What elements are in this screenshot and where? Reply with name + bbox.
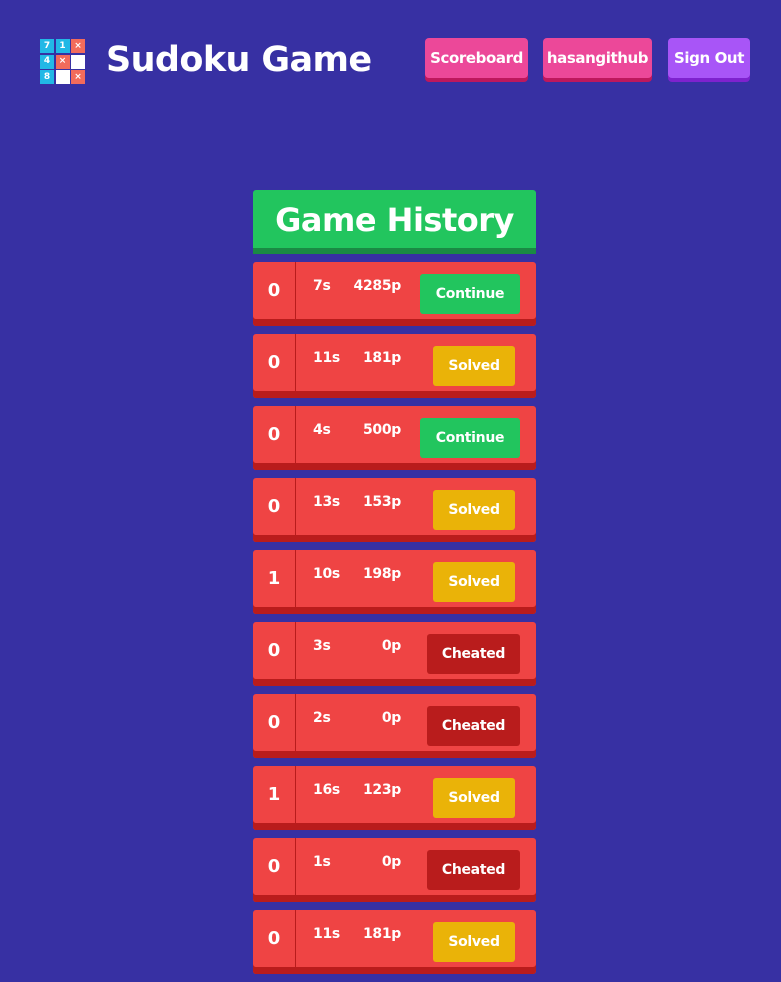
site-title: Sudoku Game bbox=[106, 40, 372, 80]
row-time: 13s bbox=[313, 494, 340, 510]
solved-button[interactable]: Solved bbox=[433, 490, 515, 530]
history-row: 0 11s 181p Solved bbox=[253, 910, 536, 974]
row-score: 153p bbox=[362, 494, 401, 510]
cheated-button[interactable]: Cheated bbox=[427, 634, 520, 674]
continue-button[interactable]: Continue bbox=[420, 418, 520, 458]
row-index: 1 bbox=[253, 766, 296, 830]
row-time: 16s bbox=[313, 782, 340, 798]
solved-button[interactable]: Solved bbox=[433, 778, 515, 818]
row-time: 3s bbox=[313, 638, 331, 654]
row-score: 123p bbox=[362, 782, 401, 798]
logo-cell bbox=[55, 70, 70, 84]
row-index: 0 bbox=[253, 334, 296, 398]
logo-cell: 4 bbox=[40, 54, 54, 69]
row-time: 4s bbox=[313, 422, 331, 438]
row-score: 0p bbox=[381, 638, 401, 654]
game-history-title: Game History bbox=[275, 201, 514, 239]
row-score: 0p bbox=[381, 854, 401, 870]
logo-cell: 1 bbox=[55, 39, 70, 53]
scoreboard-button[interactable]: Scoreboard bbox=[425, 38, 528, 78]
logo-cell: 8 bbox=[40, 70, 54, 84]
history-row: 0 4s 500p Continue bbox=[253, 406, 536, 470]
row-score: 181p bbox=[362, 926, 401, 942]
row-index: 0 bbox=[253, 838, 296, 902]
row-index: 0 bbox=[253, 478, 296, 542]
row-index: 0 bbox=[253, 262, 296, 326]
logo-cell bbox=[71, 54, 85, 69]
logo-cell: × bbox=[71, 39, 85, 53]
row-time: 1s bbox=[313, 854, 331, 870]
row-time: 11s bbox=[313, 350, 340, 366]
row-index: 0 bbox=[253, 406, 296, 470]
history-row: 1 10s 198p Solved bbox=[253, 550, 536, 614]
row-score: 4285p bbox=[353, 278, 402, 294]
game-history-header: Game History bbox=[253, 190, 536, 254]
row-score: 0p bbox=[381, 710, 401, 726]
continue-button[interactable]: Continue bbox=[420, 274, 520, 314]
game-history-panel: Game History 0 7s 4285p Continue 0 11s 181p Sol… bbox=[253, 190, 536, 982]
history-row: 0 1s 0p Cheated bbox=[253, 838, 536, 902]
history-row: 1 16s 123p Solved bbox=[253, 766, 536, 830]
row-time: 2s bbox=[313, 710, 331, 726]
history-row: 0 2s 0p Cheated bbox=[253, 694, 536, 758]
row-time: 10s bbox=[313, 566, 340, 582]
cheated-button[interactable]: Cheated bbox=[427, 706, 520, 746]
row-score: 500p bbox=[362, 422, 401, 438]
logo-cell: 7 bbox=[40, 39, 54, 53]
solved-button[interactable]: Solved bbox=[433, 922, 515, 962]
history-row: 0 3s 0p Cheated bbox=[253, 622, 536, 686]
row-index: 1 bbox=[253, 550, 296, 614]
user-profile-button[interactable]: hasangithub bbox=[543, 38, 652, 78]
history-row: 0 7s 4285p Continue bbox=[253, 262, 536, 326]
history-row: 0 11s 181p Solved bbox=[253, 334, 536, 398]
logo-cell: × bbox=[71, 70, 85, 84]
sign-out-button[interactable]: Sign Out bbox=[668, 38, 750, 78]
row-score: 181p bbox=[362, 350, 401, 366]
history-row: 0 13s 153p Solved bbox=[253, 478, 536, 542]
app-logo: 7 1 × 4 × 8 × bbox=[40, 39, 87, 86]
game-history-list: 0 7s 4285p Continue 0 11s 181p Solved 0 4s 500p Con… bbox=[253, 262, 536, 974]
row-score: 198p bbox=[362, 566, 401, 582]
row-index: 0 bbox=[253, 694, 296, 758]
row-index: 0 bbox=[253, 622, 296, 686]
solved-button[interactable]: Solved bbox=[433, 346, 515, 386]
cheated-button[interactable]: Cheated bbox=[427, 850, 520, 890]
row-time: 7s bbox=[313, 278, 331, 294]
logo-cell: × bbox=[55, 54, 70, 69]
solved-button[interactable]: Solved bbox=[433, 562, 515, 602]
row-index: 0 bbox=[253, 910, 296, 974]
row-time: 11s bbox=[313, 926, 340, 942]
